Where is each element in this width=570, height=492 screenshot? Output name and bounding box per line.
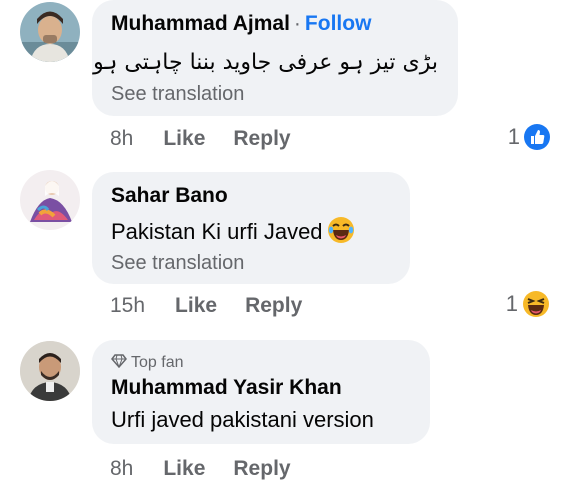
haha-reaction-icon (523, 291, 549, 317)
reaction-summary[interactable]: 1 (506, 290, 550, 318)
comment-actions: 15h Like Reply (110, 294, 330, 318)
see-translation-link[interactable]: See translation (111, 83, 244, 106)
like-button[interactable]: Like (163, 457, 205, 481)
comment-text: Pakistan Ki urfi Javed (111, 218, 323, 244)
comment-author-line: Muhammad Ajmal · Follow (111, 12, 371, 36)
profile-avatar-icon (20, 341, 80, 401)
avatar[interactable] (20, 170, 80, 230)
diamond-icon (111, 354, 127, 369)
top-fan-label: Top fan (131, 354, 184, 371)
like-button[interactable]: Like (163, 127, 205, 151)
comment-text: Urfi javed pakistani version (111, 407, 374, 432)
reaction-count: 1 (505, 291, 518, 316)
reply-button[interactable]: Reply (245, 294, 302, 318)
like-reaction-icon (524, 124, 550, 150)
profile-avatar-icon (20, 170, 80, 230)
comment-timestamp[interactable]: 15h (110, 294, 145, 318)
comment-timestamp[interactable]: 8h (110, 457, 133, 481)
reply-button[interactable]: Reply (233, 127, 290, 151)
reaction-summary[interactable]: 1 (508, 124, 550, 150)
like-button[interactable]: Like (175, 294, 217, 318)
reaction-count: 1 (507, 124, 520, 149)
comment-actions: 8h Like Reply (110, 127, 319, 151)
avatar[interactable] (20, 341, 80, 401)
comment-timestamp[interactable]: 8h (110, 127, 133, 151)
comment-bubble: Sahar Bano Pakistan Ki urfi Javed See tr… (92, 172, 410, 284)
comment-bubble: Top fan Muhammad Yasir Khan Urfi javed p… (92, 340, 430, 444)
profile-avatar-icon (20, 2, 80, 62)
laughing-emoji-icon (327, 216, 355, 250)
reply-button[interactable]: Reply (233, 457, 290, 481)
comment-text: بڑی تیز ہو عرفی جاوید بننا چاہتی ہو (93, 50, 438, 75)
comment-author[interactable]: Muhammad Yasir Khan (111, 376, 342, 400)
comment-actions: 8h Like Reply (110, 457, 319, 481)
comment-text-line: Pakistan Ki urfi Javed (111, 216, 355, 250)
see-translation-link[interactable]: See translation (111, 252, 244, 275)
avatar[interactable] (20, 2, 80, 62)
follow-button[interactable]: Follow (305, 12, 372, 35)
comment-author[interactable]: Sahar Bano (111, 184, 228, 208)
top-fan-badge: Top fan (111, 354, 183, 372)
separator-dot: · (293, 12, 301, 35)
comment-author[interactable]: Muhammad Ajmal (111, 12, 290, 35)
comment-bubble: Muhammad Ajmal · Follow بڑی تیز ہو عرفی جا… (92, 0, 458, 116)
